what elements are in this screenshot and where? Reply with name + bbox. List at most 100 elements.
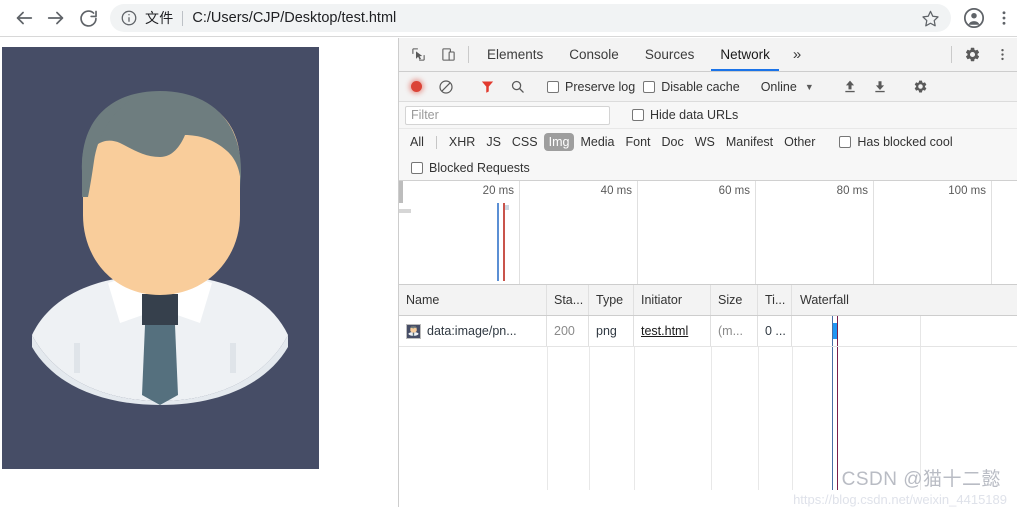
forward-button[interactable] — [40, 2, 72, 34]
column-header-status[interactable]: Sta... — [547, 285, 589, 315]
inspect-element-button[interactable] — [403, 38, 433, 71]
overview-scroll-track[interactable] — [399, 209, 411, 213]
browser-menu-button[interactable] — [991, 2, 1017, 34]
tab-console[interactable]: Console — [556, 38, 632, 71]
tab-network[interactable]: Network — [707, 38, 783, 71]
three-dot-menu-icon — [1002, 11, 1006, 25]
has-blocked-cookies-checkbox[interactable] — [839, 136, 852, 148]
overview-tick-100ms: 100 ms — [948, 185, 986, 197]
cell-time: 0 ... — [758, 316, 792, 346]
flat-avatar-illustration — [2, 47, 319, 469]
column-header-name[interactable]: Name — [399, 285, 547, 315]
url-scheme-label: 文件 — [145, 10, 174, 26]
type-filter-divider — [435, 135, 437, 149]
url-text: C:/Users/CJP/Desktop/test.html — [192, 10, 397, 26]
device-toolbar-button[interactable] — [433, 38, 463, 71]
type-filter-xhr[interactable]: XHR — [444, 133, 480, 151]
device-toolbar-icon — [441, 48, 455, 61]
reload-icon — [79, 9, 97, 27]
cell-name-text: data:image/pn... — [427, 324, 517, 338]
cell-name[interactable]: data:image/pn... — [399, 316, 547, 346]
disable-cache-control[interactable]: Disable cache — [639, 80, 744, 94]
filter-toggle-button[interactable] — [472, 74, 502, 100]
omnibox-divider — [182, 10, 184, 26]
type-filter-manifest[interactable]: Manifest — [721, 133, 778, 151]
type-filter-all[interactable]: All — [405, 133, 429, 151]
table-header-row: Name Sta... Type Initiator Size Ti... Wa… — [399, 285, 1017, 316]
back-button[interactable] — [8, 2, 40, 34]
tabstrip-divider-right — [951, 46, 952, 63]
has-blocked-cookies-control[interactable]: Has blocked cool — [835, 135, 956, 149]
address-bar[interactable]: 文件 C:/Users/CJP/Desktop/test.html — [110, 4, 951, 32]
devtools-settings-button[interactable] — [957, 38, 987, 71]
hide-data-urls-checkbox[interactable] — [632, 109, 644, 121]
column-header-waterfall-label: Waterfall — [800, 293, 849, 307]
type-filter-doc[interactable]: Doc — [657, 133, 689, 151]
type-filter-row: All XHR JS CSS Img Media Font Doc WS Man… — [399, 129, 1017, 155]
more-tabs-button[interactable]: » — [783, 38, 811, 71]
record-dot-icon — [410, 81, 422, 92]
column-header-waterfall[interactable]: Waterfall — [792, 285, 1017, 315]
type-filter-media[interactable]: Media — [575, 133, 619, 151]
preserve-log-control[interactable]: Preserve log — [543, 80, 639, 94]
reload-button[interactable] — [72, 2, 104, 34]
column-header-size[interactable]: Size — [711, 285, 758, 315]
tabstrip-divider — [468, 46, 469, 63]
hide-data-urls-control[interactable]: Hide data URLs — [628, 108, 742, 122]
bookmark-star-button[interactable] — [915, 5, 945, 31]
throttling-caret-icon[interactable]: ▼ — [803, 82, 824, 92]
browser-toolbar: 文件 C:/Users/CJP/Desktop/test.html — [0, 0, 1017, 37]
overview-scroll-handle[interactable] — [399, 181, 403, 203]
search-button[interactable] — [502, 74, 532, 100]
cell-size: (m... — [711, 316, 758, 346]
overview-tick-40ms: 40 ms — [600, 185, 632, 197]
cell-type: png — [589, 316, 634, 346]
three-dot-menu-icon — [1000, 48, 1004, 61]
network-settings-button[interactable] — [906, 74, 936, 100]
table-row[interactable]: data:image/pn... 200 png test.html (m...… — [399, 316, 1017, 347]
column-header-time[interactable]: Ti... — [758, 285, 792, 315]
type-filter-font[interactable]: Font — [621, 133, 656, 151]
network-toolbar: Preserve log Disable cache Online ▼ — [399, 72, 1017, 102]
profile-avatar-icon — [963, 7, 985, 29]
column-header-type[interactable]: Type — [589, 285, 634, 315]
upload-arrow-icon — [845, 80, 855, 93]
overview-tick-20ms: 20 ms — [482, 185, 514, 197]
star-icon — [921, 10, 939, 26]
overview-tick-60ms: 60 ms — [718, 185, 750, 197]
network-overview-timeline[interactable]: 20 ms 40 ms 60 ms 80 ms 100 ms — [399, 181, 1017, 285]
info-circle-icon — [121, 10, 137, 26]
type-filter-js[interactable]: JS — [481, 133, 506, 151]
disable-cache-checkbox[interactable] — [643, 80, 656, 93]
devtools-tabs: Elements Console Sources Network » — [474, 38, 811, 71]
filter-input[interactable]: Filter — [405, 105, 610, 125]
devtools-panel: Elements Console Sources Network » Prese… — [398, 38, 1017, 507]
devtools-menu-button[interactable] — [987, 38, 1017, 71]
browser-actions — [957, 2, 1017, 34]
arrow-left-icon — [16, 11, 33, 25]
dom-content-loaded-marker — [497, 203, 499, 281]
blocked-requests-checkbox[interactable] — [411, 161, 423, 174]
type-filter-css[interactable]: CSS — [507, 133, 543, 151]
import-har-button[interactable] — [835, 74, 865, 100]
waterfall-dcl-line — [832, 316, 833, 346]
column-header-initiator[interactable]: Initiator — [634, 285, 711, 315]
record-button[interactable] — [401, 74, 431, 100]
blocked-requests-control[interactable]: Blocked Requests — [407, 161, 534, 175]
type-filter-other[interactable]: Other — [779, 133, 820, 151]
tab-elements[interactable]: Elements — [474, 38, 556, 71]
profile-button[interactable] — [957, 2, 991, 34]
throttling-value[interactable]: Online — [755, 80, 803, 94]
type-filter-img[interactable]: Img — [543, 133, 575, 151]
export-har-button[interactable] — [865, 74, 895, 100]
clear-button[interactable] — [431, 74, 461, 100]
funnel-filter-icon — [481, 81, 493, 93]
devtools-tabstrip: Elements Console Sources Network » — [399, 38, 1017, 72]
preserve-log-checkbox[interactable] — [547, 80, 559, 93]
initiator-link[interactable]: test.html — [641, 324, 688, 338]
waterfall-load-line — [837, 316, 838, 346]
tab-sources[interactable]: Sources — [632, 38, 708, 71]
cell-initiator[interactable]: test.html — [634, 316, 711, 346]
filter-placeholder: Filter — [411, 108, 439, 122]
type-filter-ws[interactable]: WS — [690, 133, 720, 151]
